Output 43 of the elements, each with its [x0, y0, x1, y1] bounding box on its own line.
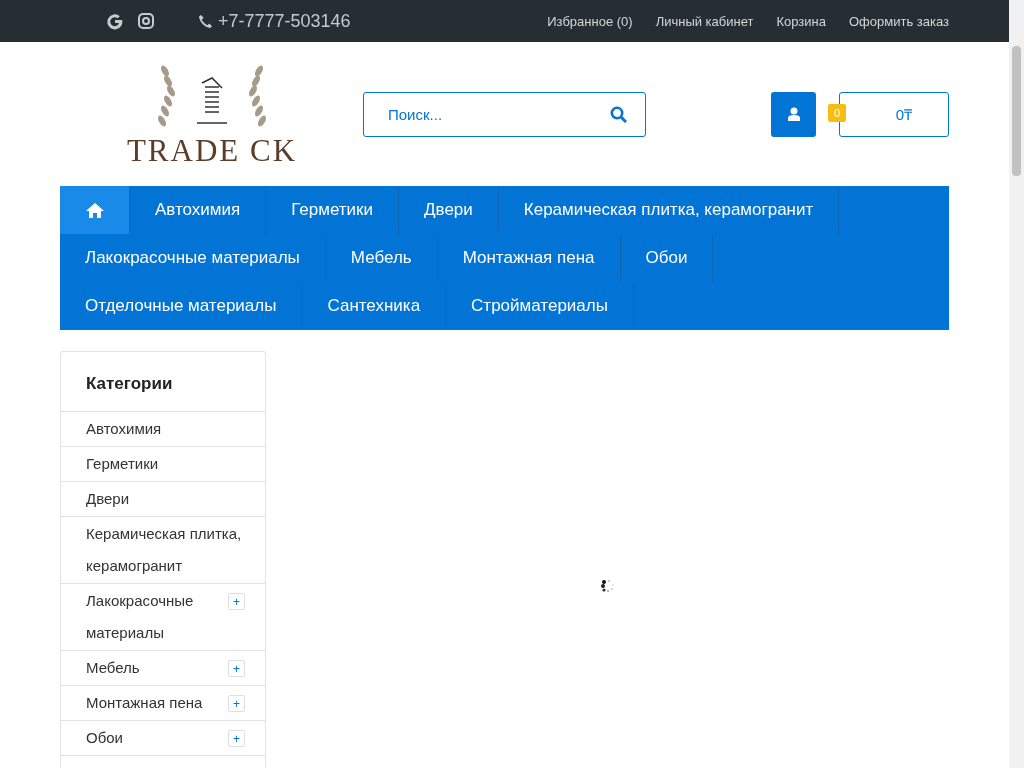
phone-number: +7-7777-503146 — [218, 10, 351, 32]
top-link[interactable]: Личный кабинет — [655, 13, 754, 29]
nav-tab[interactable]: Лакокрасочные материалы — [60, 234, 326, 282]
category-link[interactable]: Монтажная пена — [86, 686, 228, 720]
search-field[interactable]: Поиск... — [363, 91, 646, 137]
nav-tab[interactable]: Стройматериалы — [446, 282, 634, 330]
nav-tab[interactable]: Мебель — [325, 234, 438, 282]
category-link[interactable]: Мебель — [86, 651, 228, 685]
nav-tab[interactable]: Обои — [620, 234, 714, 282]
nav-tab[interactable]: Отделочные материалы — [60, 282, 303, 330]
instagram-icon[interactable] — [138, 13, 154, 29]
category-link[interactable]: Керамическая плитка, керамогранит — [86, 517, 245, 583]
cart-count: 0 — [828, 103, 847, 122]
expand-button[interactable]: + — [228, 593, 245, 610]
top-link[interactable]: Корзина — [776, 13, 826, 29]
top-link[interactable]: Оформить заказ — [849, 13, 949, 29]
nav-tab[interactable]: Двери — [399, 186, 499, 234]
user-icon — [787, 107, 800, 121]
nav-tab[interactable]: Герметики — [266, 186, 400, 234]
nav-tab[interactable]: Монтажная пена — [437, 234, 621, 282]
search-icon[interactable] — [610, 105, 627, 123]
nav-tab[interactable]: Автохимия — [130, 186, 267, 234]
nav-tab[interactable]: Сантехника — [302, 282, 447, 330]
category-link[interactable]: Обои — [86, 721, 228, 755]
category-link[interactable]: Лакокрасочные материалы — [86, 584, 228, 650]
home-tab[interactable] — [60, 186, 130, 234]
nav-tab[interactable]: Керамическая плитка, керамогранит — [498, 186, 840, 234]
expand-button[interactable]: + — [228, 695, 245, 712]
category-link[interactable]: Двери — [86, 482, 245, 516]
home-icon — [85, 202, 104, 218]
category-link[interactable]: Герметики — [86, 447, 245, 481]
sidebar-title: Категории — [61, 352, 265, 412]
expand-button[interactable]: + — [228, 660, 245, 677]
top-link[interactable]: Избранное (0) — [547, 13, 633, 29]
phone-icon — [198, 13, 213, 29]
loading-spinner-icon — [599, 578, 616, 594]
account-button[interactable] — [771, 91, 816, 137]
expand-button[interactable]: + — [228, 730, 245, 747]
logo-text: TRADE CK — [126, 133, 297, 165]
logo-drawing[interactable]: TRADE CK — [126, 63, 297, 165]
google-icon[interactable] — [106, 12, 124, 30]
category-link[interactable]: Автохимия — [86, 412, 245, 446]
scrollbar[interactable] — [1009, 0, 1024, 768]
